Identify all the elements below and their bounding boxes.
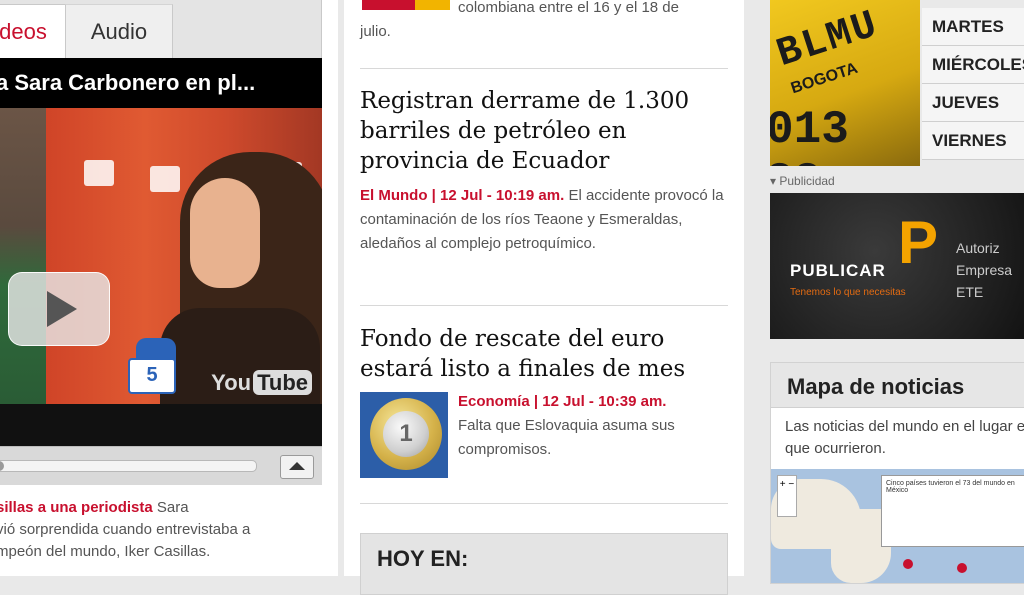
video-frame[interactable]: 5 You Tube bbox=[0, 108, 322, 404]
map-marker-icon[interactable] bbox=[957, 563, 967, 573]
publicar-logo-icon: P bbox=[898, 209, 939, 276]
reporter-face bbox=[190, 178, 260, 288]
channel-badge: 5 bbox=[128, 358, 176, 394]
news-column: colombiana entre el 16 y el 18 de julio.… bbox=[344, 0, 744, 595]
video-player[interactable]: a Sara Carbonero en pl... 5 You Tube bbox=[0, 58, 322, 448]
previous-story-summary: colombiana entre el 16 y el 18 de julio. bbox=[360, 0, 728, 44]
youtube-logo-tube: Tube bbox=[253, 370, 312, 395]
divider bbox=[360, 305, 728, 306]
backdrop-logo bbox=[150, 166, 180, 192]
summary-line: julio. bbox=[360, 23, 391, 40]
story-headline[interactable]: Registran derrame de 1.300 barriles de p… bbox=[360, 86, 728, 176]
divider bbox=[360, 503, 728, 504]
sidebar: BLMU BOGOTA 013 33 MARTES MIÉRCOLES JUEV… bbox=[762, 0, 1024, 584]
caption-text: Sara bbox=[156, 499, 189, 516]
tab-videos[interactable]: deos bbox=[0, 4, 66, 58]
ad-tagline: Tenemos lo que necesitas bbox=[790, 287, 906, 298]
media-tabs: deos Audio bbox=[0, 0, 322, 58]
video-controls bbox=[0, 446, 322, 485]
ad-side-line: Empresa bbox=[956, 262, 1013, 278]
map-marker-icon[interactable] bbox=[903, 559, 913, 569]
day-item-martes[interactable]: MARTES bbox=[922, 8, 1024, 46]
caption-link[interactable]: sillas a una periodista bbox=[0, 499, 153, 516]
hoy-en-box: HOY EN: bbox=[360, 533, 728, 595]
video-title[interactable]: a Sara Carbonero en pl... bbox=[0, 58, 322, 108]
map-description: Las noticias del mundo en el lugar en qu… bbox=[785, 418, 1024, 457]
story-summary: Falta que Eslovaquia asuma sus compromis… bbox=[458, 417, 675, 458]
map-image[interactable]: + − Cinco países tuvieron el 73 del mund… bbox=[771, 469, 1024, 583]
divider bbox=[360, 68, 728, 69]
ad-brand: PUBLICAR bbox=[790, 261, 886, 280]
advertisement-banner[interactable]: P PUBLICAR Tenemos lo que necesitas Auto… bbox=[770, 193, 1024, 339]
story-source[interactable]: El Mundo bbox=[360, 187, 428, 204]
caption-text: mpeón del mundo, Iker Casillas. bbox=[0, 543, 211, 560]
story-meta: Economía | 12 Jul - 10:39 am. Falta que … bbox=[458, 390, 728, 462]
story-source[interactable]: Economía bbox=[458, 393, 530, 410]
ad-side-line: ETE bbox=[956, 284, 984, 300]
hoy-en-title: HOY EN: bbox=[377, 546, 469, 571]
progress-fill bbox=[0, 461, 5, 471]
video-caption: sillas a una periodista Sara vió sorpren… bbox=[0, 497, 326, 563]
story-date: | 12 Jul - 10:39 am. bbox=[533, 393, 667, 410]
map-zoom-control[interactable]: + − bbox=[777, 475, 797, 517]
youtube-logo-you: You bbox=[211, 370, 252, 395]
plate-text: BLMU bbox=[771, 3, 885, 78]
progress-bar[interactable] bbox=[0, 460, 257, 472]
play-icon bbox=[47, 291, 77, 327]
caption-text: vió sorprendida cuando entrevistaba a bbox=[0, 521, 251, 538]
story-date: | 12 Jul - 10:19 am. bbox=[431, 187, 565, 204]
ad-side-text: Autoriz Empresa ETE bbox=[956, 237, 1012, 303]
euro-coin-image[interactable]: 1 bbox=[360, 392, 448, 478]
map-popup[interactable]: Cinco países tuvieron el 73 del mundo en… bbox=[881, 475, 1024, 547]
video-widget: deos Audio a Sara Carbonero en pl... 5 Y… bbox=[0, 0, 338, 576]
youtube-logo[interactable]: You Tube bbox=[211, 370, 312, 396]
chevron-up-icon bbox=[289, 462, 305, 470]
summary-line: colombiana entre el 16 y el 18 de bbox=[458, 0, 679, 16]
days-menu: MARTES MIÉRCOLES JUEVES VIERNES bbox=[922, 8, 1024, 160]
tab-audio[interactable]: Audio bbox=[65, 4, 173, 58]
play-button[interactable] bbox=[8, 272, 110, 346]
euro-coin-icon: 1 bbox=[383, 411, 429, 457]
ad-label: ▾ Publicidad bbox=[770, 174, 835, 188]
expand-button[interactable] bbox=[280, 455, 314, 479]
news-map-widget: Mapa de noticias Las noticias del mundo … bbox=[770, 362, 1024, 584]
license-plate-image[interactable]: BLMU BOGOTA 013 33 bbox=[770, 0, 920, 166]
map-title[interactable]: Mapa de noticias bbox=[771, 363, 1024, 408]
story-headline[interactable]: Fondo de rescate del euro estará listo a… bbox=[360, 324, 728, 384]
ad-side-line: Autoriz bbox=[956, 240, 1000, 256]
plate-number: 013 33 bbox=[770, 104, 849, 166]
interviewee-figure bbox=[0, 108, 46, 404]
day-item-viernes[interactable]: VIERNES bbox=[922, 122, 1024, 160]
coin-outer: 1 bbox=[370, 398, 442, 470]
story-meta: El Mundo | 12 Jul - 10:19 am. El acciden… bbox=[360, 184, 728, 256]
day-item-jueves[interactable]: JUEVES bbox=[922, 84, 1024, 122]
day-item-miercoles[interactable]: MIÉRCOLES bbox=[922, 46, 1024, 84]
backdrop-logo bbox=[84, 160, 114, 186]
